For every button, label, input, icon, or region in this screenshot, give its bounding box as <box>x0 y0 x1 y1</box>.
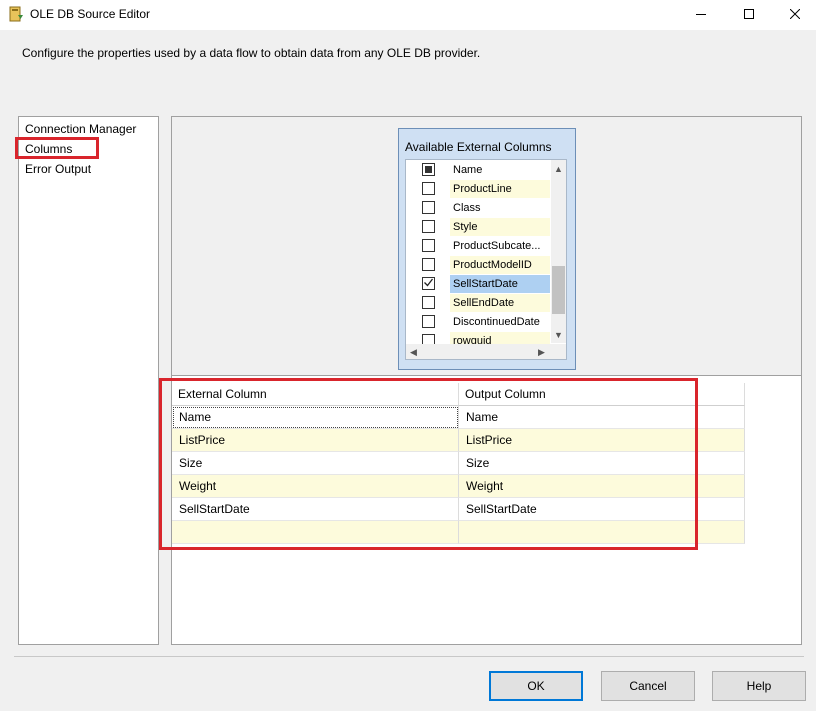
page-navigation: Connection Manager Columns Error Output <box>18 116 159 645</box>
close-icon <box>789 8 801 22</box>
column-name: Name <box>453 164 483 176</box>
list-item: SellStartDate <box>406 274 551 293</box>
list-item: SellEndDate <box>406 293 551 312</box>
footer-divider <box>14 656 804 657</box>
vertical-scroll-thumb[interactable] <box>552 266 565 314</box>
nav-item-error-output[interactable]: Error Output <box>25 162 91 176</box>
scroll-down-icon[interactable]: ▼ <box>554 330 563 340</box>
mapping-highlight-box <box>159 378 698 550</box>
help-button[interactable]: Help <box>712 671 806 701</box>
columns-highlight-box <box>15 137 99 159</box>
column-checkbox[interactable] <box>422 296 435 309</box>
column-name: Style <box>450 218 550 236</box>
select-all-checkbox[interactable] <box>422 163 435 176</box>
list-item: Style <box>406 217 551 236</box>
horizontal-scrollbar[interactable]: ◀ ▶ <box>406 344 566 359</box>
list-item: ProductSubcate... <box>406 236 551 255</box>
list-item: ProductModelID <box>406 255 551 274</box>
column-name: ProductSubcate... <box>453 240 541 252</box>
list-item: DiscontinuedDate <box>406 312 551 331</box>
maximize-icon <box>744 8 754 22</box>
scroll-up-icon[interactable]: ▲ <box>554 164 563 174</box>
editor-description: Configure the properties used by a data … <box>22 46 481 60</box>
nav-item-connection-manager[interactable]: Connection Manager <box>25 122 136 136</box>
column-checkbox[interactable] <box>422 258 435 271</box>
column-name: DiscontinuedDate <box>453 316 540 328</box>
scroll-right-icon[interactable]: ▶ <box>538 347 545 357</box>
column-name: Class <box>453 202 481 214</box>
ole-db-source-icon <box>8 6 24 22</box>
checkmark-icon <box>423 277 434 291</box>
column-checkbox[interactable] <box>422 277 435 290</box>
cancel-button[interactable]: Cancel <box>601 671 695 701</box>
window-title: OLE DB Source Editor <box>30 7 151 21</box>
vertical-scrollbar[interactable]: ▲ ▼ <box>551 160 566 343</box>
scroll-left-icon[interactable]: ◀ <box>410 347 417 357</box>
close-button[interactable] <box>772 0 816 30</box>
column-checkbox[interactable] <box>422 201 435 214</box>
available-columns-list: Name ProductLine Class Style ProductSubc… <box>405 159 567 360</box>
column-checkbox[interactable] <box>422 220 435 233</box>
maximize-button[interactable] <box>726 0 772 30</box>
column-name: SellStartDate <box>450 275 550 293</box>
column-name: ProductModelID <box>450 256 550 274</box>
column-checkbox[interactable] <box>422 315 435 328</box>
column-checkbox[interactable] <box>422 239 435 252</box>
minimize-icon <box>696 8 706 22</box>
minimize-button[interactable] <box>678 0 724 30</box>
ok-button[interactable]: OK <box>489 671 583 701</box>
available-columns-title: Available External Columns <box>405 140 552 154</box>
column-name: SellEndDate <box>450 294 550 312</box>
list-item: ProductLine <box>406 179 551 198</box>
column-name: ProductLine <box>450 180 550 198</box>
list-item: Class <box>406 198 551 217</box>
list-item: Name <box>406 160 551 179</box>
column-checkbox[interactable] <box>422 182 435 195</box>
